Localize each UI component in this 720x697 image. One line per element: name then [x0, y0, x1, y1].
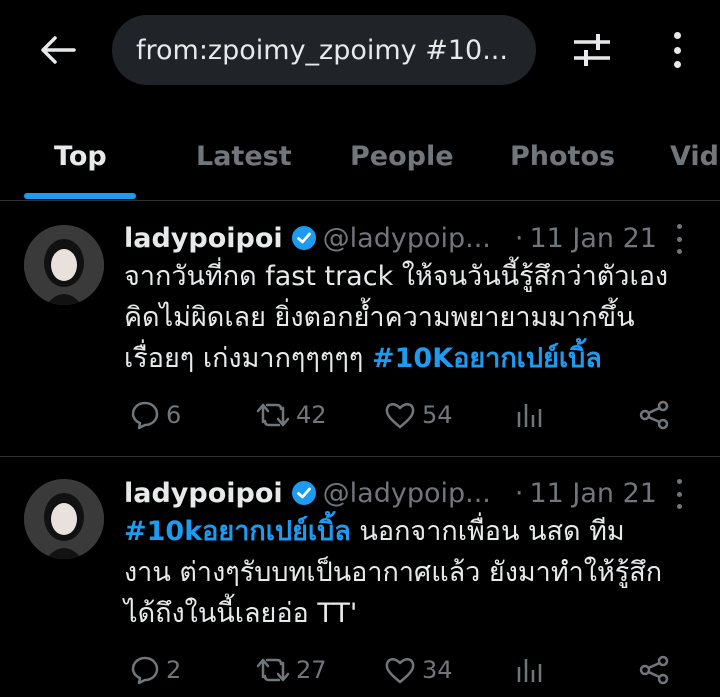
tweet-actions: 2 27 34	[124, 650, 684, 690]
avatar-image	[24, 225, 104, 305]
tweet-divider	[0, 456, 720, 457]
reply-count: 6	[166, 401, 182, 429]
analytics-icon	[517, 404, 542, 427]
reply-button[interactable]: 2	[130, 650, 181, 690]
tweet-line: ได้ถึงในนี้เลยอ่อ TT'	[124, 598, 358, 629]
tweet-text: #10kอยากเปย์เบิ้ล นอกจากเพื่อน นสด ทีม ง…	[124, 511, 704, 634]
share-button[interactable]	[638, 650, 670, 690]
analytics-button[interactable]	[514, 395, 544, 435]
tweet-line: เรื่อยๆ เก่งมากๆๆๆๆๆ #10Kอยากเปย์เบิ้ล	[124, 343, 602, 374]
author-name[interactable]: ladypoipoi	[124, 478, 283, 509]
author-handle[interactable]: @ladypoip...	[323, 223, 491, 254]
retweet-count: 27	[296, 656, 327, 684]
top-bar: from:zpoimy_zpoimy #10...	[0, 0, 720, 100]
like-count: 54	[422, 401, 453, 429]
retweet-button[interactable]: 42	[256, 395, 327, 435]
tab-videos[interactable]: Vid	[670, 112, 719, 200]
analytics-icon	[517, 659, 542, 682]
reply-icon	[131, 401, 159, 430]
tab-top[interactable]: Top	[54, 112, 107, 200]
tweet-date[interactable]: 11 Jan 21	[529, 223, 657, 254]
retweet-count: 42	[296, 401, 327, 429]
tweet-line: #10kอยากเปย์เบิ้ล นอกจากเพื่อน นสด ทีม	[124, 516, 625, 547]
like-button[interactable]: 54	[384, 395, 453, 435]
hashtag-link[interactable]: #10Kอยากเปย์เบิ้ล	[372, 343, 602, 374]
more-options-button[interactable]	[660, 28, 694, 72]
avatar[interactable]	[24, 225, 104, 305]
share-icon	[639, 400, 669, 430]
verified-badge-icon	[291, 225, 317, 251]
tweet-header: ladypoipoi @ladypoip... · 11 Jan 21	[124, 475, 657, 511]
tab-photos[interactable]: Photos	[510, 112, 615, 200]
separator-dot: ·	[514, 477, 524, 509]
tweet-line: งาน ต่างๆรับบทเป็นอากาศแล้ว ยังมาทำให้รู…	[124, 557, 663, 588]
more-vertical-icon	[673, 32, 681, 39]
back-button[interactable]	[36, 28, 80, 72]
retweet-icon	[256, 403, 290, 427]
share-icon	[639, 655, 669, 685]
search-input[interactable]: from:zpoimy_zpoimy #10...	[112, 15, 536, 85]
heart-icon	[385, 403, 415, 429]
tweet-text: จากวันที่กด fast track ให้จนวันนี้รู้สึก…	[124, 256, 704, 379]
active-tab-indicator	[24, 193, 136, 199]
more-vertical-icon	[676, 224, 682, 229]
tweet-more-button[interactable]	[674, 224, 684, 254]
tab-people[interactable]: People	[350, 112, 454, 200]
like-count: 34	[422, 656, 453, 684]
reply-icon	[131, 656, 159, 685]
retweet-button[interactable]: 27	[256, 650, 327, 690]
tweet-actions: 6 42 54	[124, 395, 684, 435]
reply-button[interactable]: 6	[130, 395, 181, 435]
analytics-button[interactable]	[514, 650, 544, 690]
search-filter-button[interactable]	[570, 30, 614, 70]
retweet-icon	[256, 658, 290, 682]
author-name[interactable]: ladypoipoi	[124, 223, 283, 254]
like-button[interactable]: 34	[384, 650, 453, 690]
tab-latest[interactable]: Latest	[196, 112, 292, 200]
tweet-line: คิดไม่ผิดเลย ยิ่งตอกย้ำความพยายามมากขึ้น	[124, 302, 635, 333]
verified-badge-icon	[291, 480, 317, 506]
sliders-icon	[574, 34, 610, 66]
avatar[interactable]	[24, 479, 104, 559]
tweet-more-button[interactable]	[674, 479, 684, 509]
search-query: from:zpoimy_zpoimy #10...	[136, 34, 508, 66]
arrow-left-icon	[41, 36, 76, 64]
hashtag-link[interactable]: #10kอยากเปย์เบิ้ล	[124, 516, 351, 547]
share-button[interactable]	[638, 395, 670, 435]
heart-icon	[385, 658, 415, 684]
avatar-image	[24, 479, 104, 559]
tweet-line: จากวันที่กด fast track ให้จนวันนี้รู้สึก…	[124, 261, 669, 292]
separator-dot: ·	[514, 222, 524, 254]
reply-count: 2	[166, 656, 182, 684]
more-vertical-icon	[676, 479, 682, 484]
tweet-date[interactable]: 11 Jan 21	[529, 478, 657, 509]
search-tabs: Top Latest People Photos Vid	[0, 112, 720, 201]
tweet-header: ladypoipoi @ladypoip... · 11 Jan 21	[124, 220, 657, 256]
author-handle[interactable]: @ladypoip...	[323, 478, 491, 509]
